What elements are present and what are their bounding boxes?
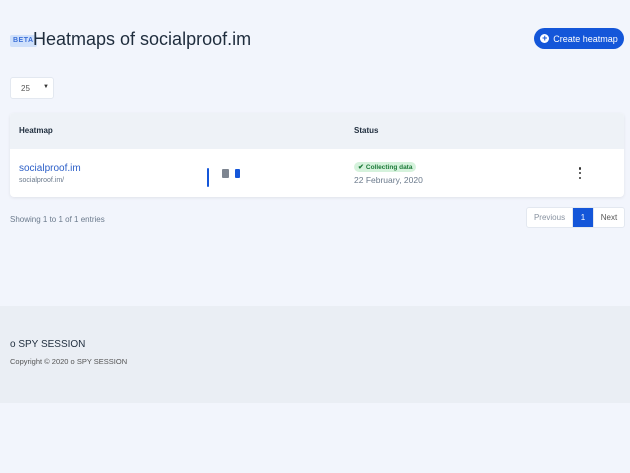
kebab-menu-icon[interactable] <box>577 167 583 179</box>
pagination-next[interactable]: Next <box>593 208 624 227</box>
row-date: 22 February, 2020 <box>354 175 423 185</box>
footer-copyright: Copyright © 2020 o SPY SESSION <box>10 357 128 366</box>
per-page-value: 25 <box>21 83 30 93</box>
status-badge: ✔ Collecting data <box>354 162 417 172</box>
table-header: Heatmap Status <box>10 113 624 149</box>
per-page-select[interactable]: 25 ▼ <box>10 77 54 99</box>
entries-info: Showing 1 to 1 of 1 entries <box>10 215 105 224</box>
heatmap-url: socialproof.im/ <box>19 177 65 184</box>
heatmap-name-link[interactable]: socialproof.im <box>19 163 81 174</box>
pagination-previous[interactable]: Previous <box>527 208 573 227</box>
caret-down-icon: ▼ <box>43 84 49 90</box>
desktop-icon[interactable] <box>207 168 216 187</box>
status-label: Collecting data <box>365 163 413 171</box>
pagination-page-1[interactable]: 1 <box>573 208 593 227</box>
check-icon: ✔ <box>358 164 364 171</box>
plus-circle-icon: + <box>540 33 550 43</box>
table-row: socialproof.im socialproof.im/ ✔ Collect… <box>10 149 624 197</box>
pagination: Previous 1 Next <box>526 207 625 228</box>
footer: o SPY SESSION Copyright © 2020 o SPY SES… <box>0 306 630 403</box>
device-icons <box>207 168 240 187</box>
create-heatmap-label: Create heatmap <box>553 33 618 44</box>
column-heatmap: Heatmap <box>19 126 53 135</box>
footer-brand[interactable]: o SPY SESSION <box>10 339 85 350</box>
heatmaps-table: Heatmap Status socialproof.im socialproo… <box>10 113 624 197</box>
page-title: Heatmaps of socialproof.im <box>33 29 252 49</box>
mobile-icon[interactable] <box>235 169 240 178</box>
page-header: BETA Heatmaps of socialproof.im + Create… <box>0 0 630 76</box>
create-heatmap-button[interactable]: + Create heatmap <box>534 28 624 49</box>
tablet-icon[interactable] <box>222 169 229 178</box>
column-status: Status <box>354 126 379 135</box>
